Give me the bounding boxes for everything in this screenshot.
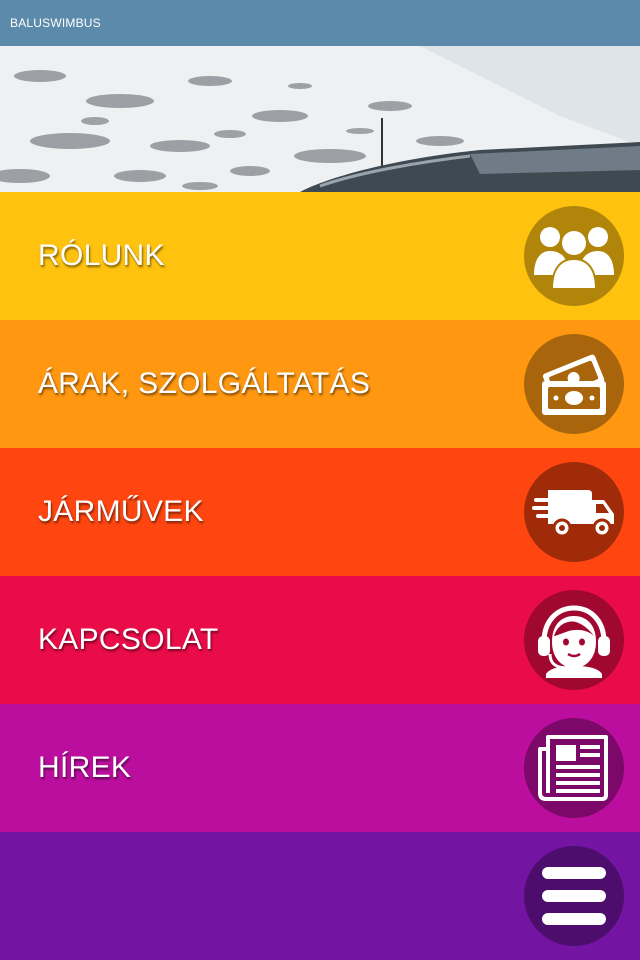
main-menu: RÓLUNK ÁRAK, SZOLGÁLTATÁS JÁRMŰVEK KAPCS…	[0, 192, 640, 960]
app-title: BALUSWIMBUS	[10, 16, 101, 30]
menu-item-label: KAPCSOLAT	[38, 623, 219, 656]
newspaper-icon	[524, 718, 624, 818]
hamburger-menu-icon[interactable]	[524, 846, 624, 946]
menu-item-hirek[interactable]: HÍREK	[0, 704, 640, 832]
menu-item-label: JÁRMŰVEK	[38, 495, 204, 528]
menu-item-arak-szolgaltatas[interactable]: ÁRAK, SZOLGÁLTATÁS	[0, 320, 640, 448]
menu-item-rolunk[interactable]: RÓLUNK	[0, 192, 640, 320]
hero-image	[0, 46, 640, 192]
menu-item-label: ÁRAK, SZOLGÁLTATÁS	[38, 367, 371, 400]
money-icon	[524, 334, 624, 434]
snowy-mountain-bus-image	[0, 46, 640, 192]
menu-item-label: HÍREK	[38, 751, 132, 784]
users-icon	[524, 206, 624, 306]
menu-item-label: RÓLUNK	[38, 239, 165, 272]
menu-item-kapcsolat[interactable]: KAPCSOLAT	[0, 576, 640, 704]
menu-item-more[interactable]	[0, 832, 640, 960]
menu-item-jarmuvek[interactable]: JÁRMŰVEK	[0, 448, 640, 576]
support-agent-icon	[524, 590, 624, 690]
delivery-truck-icon	[524, 462, 624, 562]
app-header: BALUSWIMBUS	[0, 0, 640, 46]
